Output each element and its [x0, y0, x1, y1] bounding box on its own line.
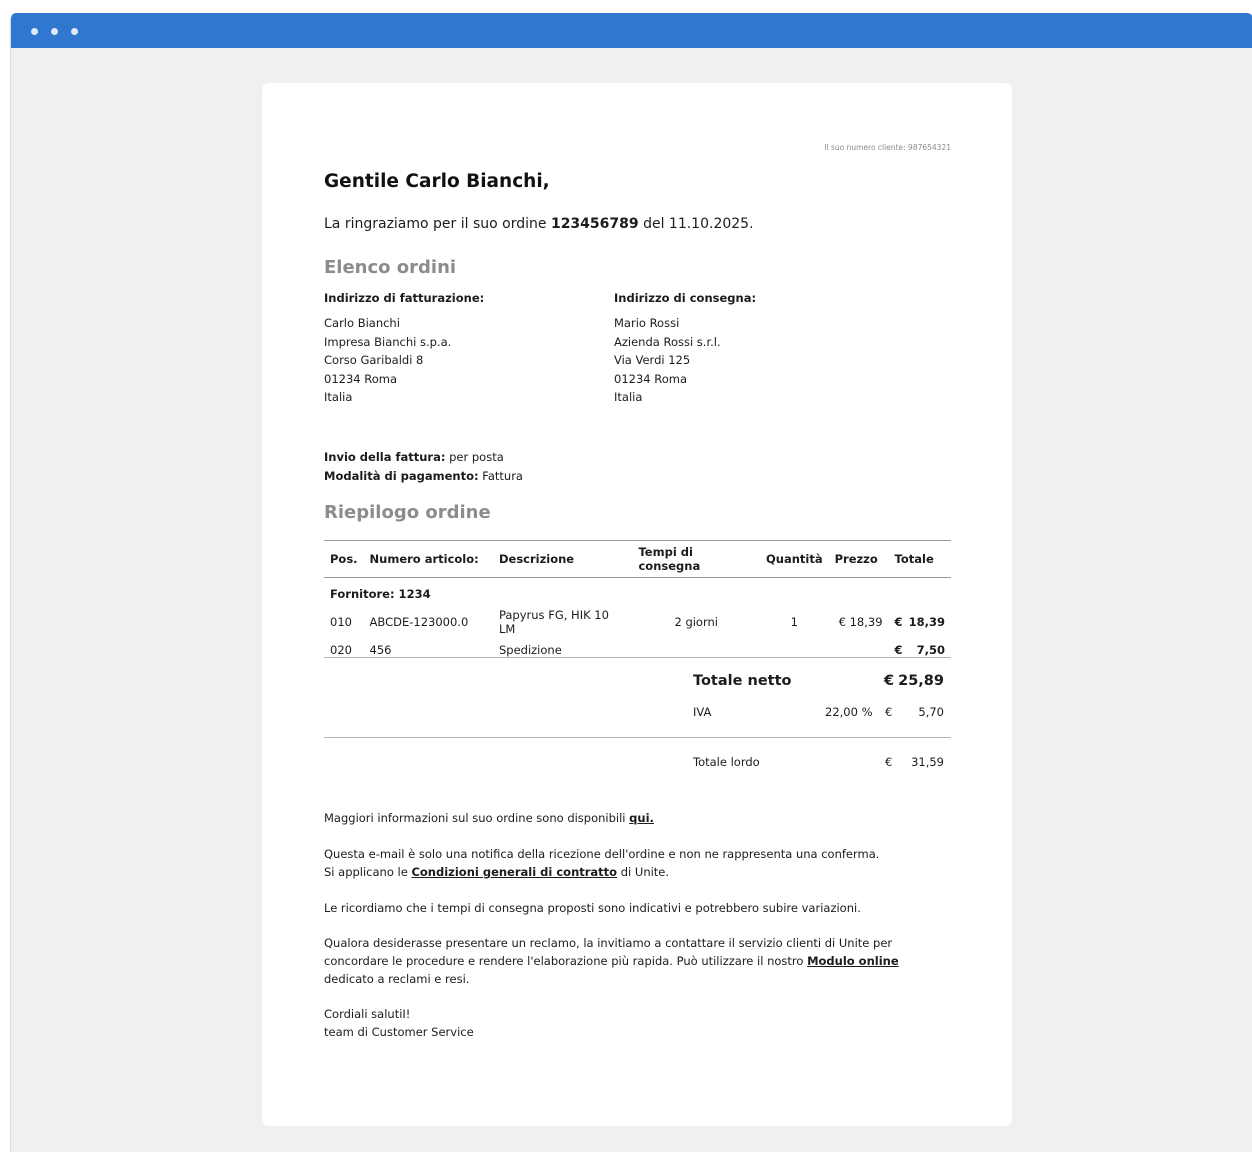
row-pos: 010 [330, 615, 352, 629]
col-pos: Pos. [324, 540, 364, 578]
payment-label: Modalità di pagamento: [324, 469, 479, 483]
row-description: Spedizione [498, 643, 562, 657]
address-line: Italia [614, 390, 643, 404]
info-link[interactable]: qui. [629, 811, 654, 825]
invoice-delivery: Invio della fattura: per posta [324, 448, 523, 467]
row-delivery [632, 638, 760, 662]
vat-value: 5,70 [918, 705, 944, 719]
row-quantity [760, 638, 829, 662]
col-quantity: Quantità [759, 540, 829, 578]
gross-total-currency: € [885, 755, 893, 769]
vat-rate: 22,00 % [825, 705, 873, 719]
row-total: 18,39 [908, 615, 945, 629]
notice-text: di Unite. [617, 865, 670, 879]
orders-heading: Elenco ordini [324, 257, 457, 278]
order-meta: Invio della fattura: per posta Modalità … [324, 448, 523, 486]
address-line: Mario Rossi [614, 316, 680, 330]
window-dot-3[interactable] [71, 28, 78, 35]
row-delivery: 2 giorni [674, 615, 718, 629]
address-line: 01234 Roma [324, 371, 397, 386]
notice-paragraph: Questa e-mail è solo una notifica della … [324, 845, 951, 881]
complaint-text: dedicato a reclami e resi. [324, 972, 470, 986]
row-article: ABCDE-123000.0 [369, 615, 469, 629]
net-total-value: 25,89 [898, 673, 944, 689]
title-bar [11, 13, 1252, 48]
customer-number: Il suo numero cliente: 987654321 [824, 143, 951, 152]
billing-address: Indirizzo di fatturazione: Carlo Bianchi… [324, 291, 484, 407]
signature: team di Customer Service [324, 1025, 474, 1039]
row-price [829, 638, 889, 662]
gross-total-value: 31,59 [911, 755, 944, 769]
row-price: € 18,39 [838, 615, 883, 629]
info-paragraph: Maggiori informazioni sul suo ordine son… [324, 809, 951, 827]
col-delivery: Tempi di consegna [632, 540, 760, 578]
notice-text: Si applicano le [324, 865, 412, 879]
vat-label: IVA [693, 705, 712, 719]
order-number: 123456789 [550, 216, 639, 232]
gross-total-label: Totale lordo [693, 755, 760, 769]
browser-window: Il suo numero cliente: 987654321 Gentile… [10, 13, 1252, 1152]
shipping-label: Indirizzo di consegna: [614, 291, 757, 305]
invoice-delivery-value: per posta [445, 450, 504, 464]
address-line: Impresa Bianchi s.p.a. [324, 334, 452, 349]
address-line: Via Verdi 125 [614, 353, 691, 367]
address-line: Carlo Bianchi [324, 316, 400, 330]
col-price: Prezzo [828, 540, 889, 578]
window-dot-1[interactable] [31, 28, 38, 35]
summary-heading: Riepilogo ordine [324, 502, 491, 523]
notice-line: Questa e-mail è solo una notifica della … [324, 847, 880, 861]
row-pos: 020 [330, 643, 352, 657]
table-row: 010 ABCDE-123000.0 Papyrus FG, HIK 10 LM… [324, 606, 951, 638]
vat-currency: € [885, 705, 893, 719]
thanks-prefix: La ringraziamo per il suo ordine [324, 216, 551, 232]
row-article: 456 [369, 643, 392, 657]
row-total: 7,50 [916, 643, 945, 657]
totals-rule [324, 737, 951, 738]
closing-block: Cordiali salutiI! team di Customer Servi… [324, 1005, 951, 1041]
address-line: Azienda Rossi s.r.l. [614, 334, 721, 349]
row-currency: € [894, 643, 903, 657]
invoice-delivery-label: Invio della fattura: [324, 450, 446, 464]
delivery-note: Le ricordiamo che i tempi di consegna pr… [324, 901, 861, 915]
address-line: Italia [324, 390, 353, 404]
net-total-currency: € [884, 673, 895, 689]
billing-label: Indirizzo di fatturazione: [324, 291, 485, 305]
info-text: Maggiori informazioni sul suo ordine son… [324, 811, 630, 825]
table-header-row: Pos. Numero articolo: Descrizione Tempi … [324, 540, 951, 578]
email-document: Il suo numero cliente: 987654321 Gentile… [262, 83, 1012, 1126]
supplier-label: Fornitore: 1234 [330, 587, 431, 601]
order-table: Pos. Numero articolo: Descrizione Tempi … [324, 540, 951, 662]
row-quantity: 1 [790, 615, 798, 629]
col-total: Totale [888, 540, 951, 578]
shipping-address: Indirizzo di consegna: Mario Rossi Azien… [614, 291, 756, 407]
closing: Cordiali salutiI! [324, 1007, 411, 1021]
complaint-paragraph: Qualora desiderasse presentare un reclam… [324, 934, 899, 988]
window-dot-2[interactable] [51, 28, 58, 35]
address-line: Corso Garibaldi 8 [324, 353, 424, 367]
thanks-suffix: del 11.10.2025. [638, 216, 754, 232]
table-row: 020 456 Spedizione € 7,50 [324, 638, 951, 662]
thanks-line: La ringraziamo per il suo ordine 1234567… [324, 216, 754, 232]
payment-method: Modalità di pagamento: Fattura [324, 467, 523, 486]
notice-line-2: Si applicano le Condizioni generali di c… [324, 863, 951, 881]
greeting: Gentile Carlo Bianchi, [324, 171, 550, 192]
supplier-row: Fornitore: 1234 [324, 578, 951, 607]
net-total-label: Totale netto [693, 673, 792, 689]
payment-value: Fattura [478, 469, 523, 483]
row-description: Papyrus FG, HIK 10 LM [498, 608, 609, 636]
col-article: Numero articolo: [363, 540, 493, 578]
col-description: Descrizione [492, 540, 633, 578]
address-line: 01234 Roma [614, 371, 687, 386]
table-bottom-rule [324, 657, 951, 658]
terms-link[interactable]: Condizioni generali di contratto [411, 865, 617, 879]
row-currency: € [894, 615, 903, 629]
online-form-link[interactable]: Modulo online [807, 954, 899, 968]
